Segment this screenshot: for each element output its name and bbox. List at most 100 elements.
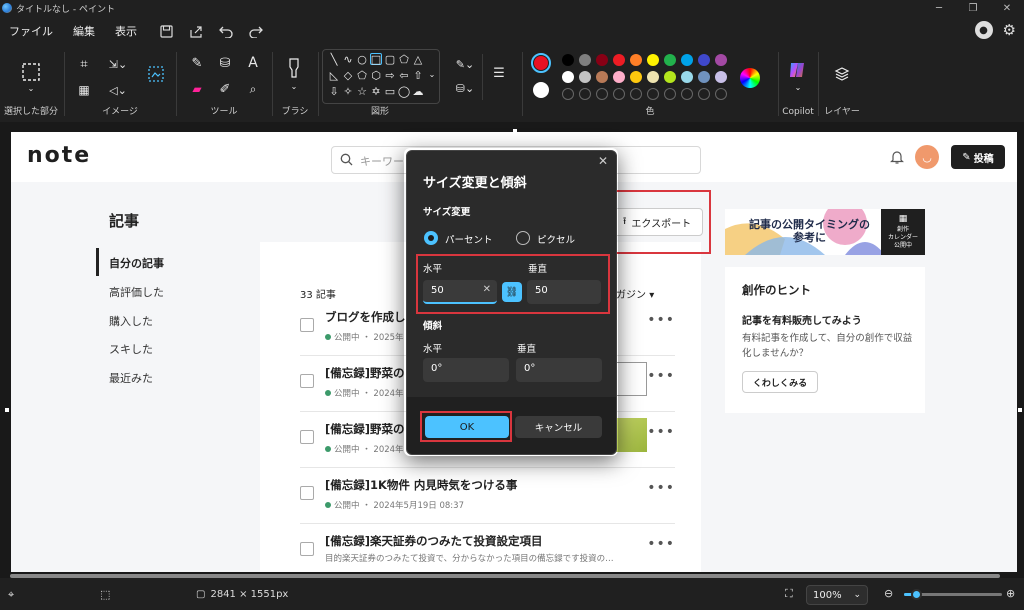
resize-vertical-input[interactable]: 50 xyxy=(527,280,601,304)
left-arrow-shape-icon[interactable]: ⇦ xyxy=(398,69,410,81)
custom-color-slot[interactable] xyxy=(681,88,693,100)
color-swatch[interactable] xyxy=(596,54,608,66)
cloud-callout-shape-icon[interactable]: ☁ xyxy=(412,85,424,97)
color-swatch[interactable] xyxy=(664,71,676,83)
text-icon[interactable]: A xyxy=(244,54,262,72)
color-swatch[interactable] xyxy=(715,71,727,83)
share-icon[interactable] xyxy=(184,19,208,43)
resize-horizontal-input[interactable]: 50 ✕ xyxy=(423,280,497,304)
edit-colors-icon[interactable] xyxy=(740,68,760,88)
percent-radio[interactable] xyxy=(424,231,438,245)
magnifier-icon[interactable]: ⌕ xyxy=(244,80,262,98)
rectangle-select-icon[interactable] xyxy=(20,61,42,83)
color-swatch[interactable] xyxy=(698,54,710,66)
color-swatch[interactable] xyxy=(681,54,693,66)
chevron-down-icon[interactable]: ⌄ xyxy=(26,84,36,93)
color-swatch[interactable] xyxy=(630,71,642,83)
zoom-slider-thumb[interactable] xyxy=(910,589,922,600)
crop-icon[interactable]: ⌗ xyxy=(76,56,92,72)
primary-color-selector[interactable] xyxy=(531,53,551,73)
color-picker-icon[interactable]: ✐ xyxy=(216,80,234,98)
right-triangle-shape-icon[interactable]: ◺ xyxy=(328,69,340,81)
callout-shape-icon[interactable]: ▭ xyxy=(384,85,396,97)
color-swatch[interactable] xyxy=(562,71,574,83)
fit-to-window-icon[interactable]: ⛶ xyxy=(785,587,793,601)
custom-color-slot[interactable] xyxy=(647,88,659,100)
diamond-shape-icon[interactable]: ◇ xyxy=(342,69,354,81)
color-swatch[interactable] xyxy=(579,71,591,83)
resize-handle-right[interactable] xyxy=(1018,408,1022,412)
color-swatch[interactable] xyxy=(630,54,642,66)
custom-color-slot[interactable] xyxy=(715,88,727,100)
account-icon[interactable]: ● xyxy=(974,21,993,39)
custom-color-slot[interactable] xyxy=(630,88,642,100)
maximize-button[interactable]: ❐ xyxy=(956,0,990,16)
save-icon[interactable] xyxy=(154,19,178,43)
curve-shape-icon[interactable]: ∿ xyxy=(342,53,354,65)
layers-icon[interactable] xyxy=(832,64,852,84)
resize-icon[interactable]: ⇲⌄ xyxy=(104,56,132,72)
up-arrow-shape-icon[interactable]: ⇧ xyxy=(412,69,424,81)
eraser-icon[interactable]: ▰ xyxy=(188,80,206,98)
secondary-color-swatch[interactable] xyxy=(533,82,549,98)
close-window-button[interactable]: ✕ xyxy=(990,0,1024,16)
right-arrow-shape-icon[interactable]: ⇨ xyxy=(384,69,396,81)
cancel-button[interactable]: キャンセル xyxy=(515,416,602,438)
line-width-icon[interactable]: ☰ xyxy=(488,62,510,84)
line-shape-icon[interactable]: ╲ xyxy=(328,53,340,65)
custom-color-slot[interactable] xyxy=(698,88,710,100)
menu-view[interactable]: 表示 xyxy=(115,23,137,39)
color-swatch[interactable] xyxy=(681,71,693,83)
zoom-out-icon[interactable]: ⊖ xyxy=(884,587,893,600)
copilot-icon[interactable] xyxy=(786,59,808,81)
six-point-star-icon[interactable]: ✡ xyxy=(370,85,382,97)
resize-handle-left[interactable] xyxy=(5,408,9,412)
rotate-icon[interactable]: ◁⌄ xyxy=(104,82,132,98)
custom-color-slot[interactable] xyxy=(613,88,625,100)
shapes-scroll-icon[interactable]: ⌄ xyxy=(426,69,438,81)
triangle-shape-icon[interactable]: △ xyxy=(412,53,424,65)
chevron-down-icon[interactable]: ⌄ xyxy=(793,83,803,92)
pencil-icon[interactable]: ✎ xyxy=(188,54,206,72)
oval-callout-shape-icon[interactable]: ◯ xyxy=(398,85,410,97)
color-swatch[interactable] xyxy=(596,71,608,83)
shape-fill-icon[interactable]: ⛁⌄ xyxy=(452,80,478,96)
custom-color-slot[interactable] xyxy=(579,88,591,100)
rounded-rectangle-shape-icon[interactable]: ▢ xyxy=(384,53,396,65)
color-swatch[interactable] xyxy=(698,71,710,83)
color-swatch[interactable] xyxy=(613,54,625,66)
clear-icon[interactable]: ✕ xyxy=(483,284,491,295)
settings-gear-icon[interactable]: ⚙ xyxy=(1003,21,1016,39)
custom-color-slot[interactable] xyxy=(596,88,608,100)
menu-file[interactable]: ファイル xyxy=(9,23,53,39)
hexagon-shape-icon[interactable]: ⬡ xyxy=(370,69,382,81)
maintain-aspect-ratio-link-icon[interactable]: ⛓ xyxy=(502,282,522,302)
horizontal-scrollbar[interactable] xyxy=(10,574,1000,578)
color-swatch[interactable] xyxy=(715,54,727,66)
oval-shape-icon[interactable]: ○ xyxy=(356,53,368,65)
pixel-radio[interactable] xyxy=(516,231,530,245)
minimize-button[interactable]: ─ xyxy=(922,0,956,16)
five-point-star-icon[interactable]: ☆ xyxy=(356,85,368,97)
color-swatch[interactable] xyxy=(647,54,659,66)
pentagon-shape-icon[interactable]: ⬠ xyxy=(356,69,368,81)
redo-icon[interactable] xyxy=(244,19,268,43)
fill-bucket-icon[interactable]: ⛁ xyxy=(216,54,234,72)
color-swatch[interactable] xyxy=(664,54,676,66)
skew-horizontal-input[interactable]: 0° xyxy=(423,358,509,382)
color-swatch[interactable] xyxy=(613,71,625,83)
zoom-slider[interactable] xyxy=(904,589,1002,600)
four-point-star-icon[interactable]: ✧ xyxy=(342,85,354,97)
color-swatch[interactable] xyxy=(647,71,659,83)
rectangle-shape-icon[interactable]: □ xyxy=(370,53,382,65)
outline-icon[interactable]: ✎⌄ xyxy=(452,56,478,72)
custom-color-slot[interactable] xyxy=(664,88,676,100)
skew-vertical-input[interactable]: 0° xyxy=(516,358,602,382)
select-all-icon[interactable]: ▦ xyxy=(76,82,92,98)
zoom-select[interactable]: 100% ⌄ xyxy=(806,585,868,605)
image-transform-icon[interactable] xyxy=(146,64,166,84)
close-icon[interactable]: ✕ xyxy=(598,154,608,168)
zoom-in-icon[interactable]: ⊕ xyxy=(1006,587,1015,600)
color-swatch[interactable] xyxy=(562,54,574,66)
down-arrow-shape-icon[interactable]: ⇩ xyxy=(328,85,340,97)
